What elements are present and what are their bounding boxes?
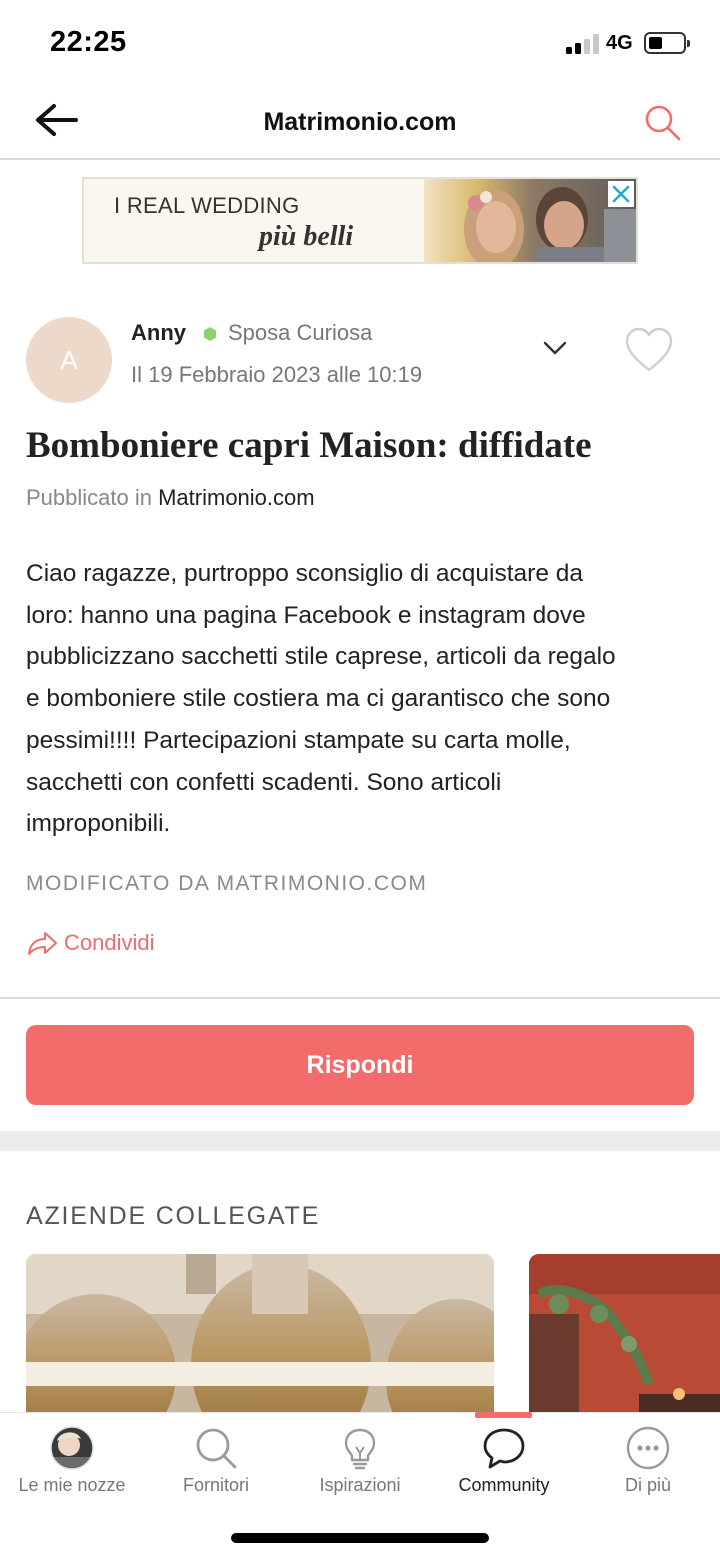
ad-close-button[interactable] (608, 181, 634, 207)
more-dots-icon (626, 1426, 670, 1470)
tab-label: Community (458, 1475, 550, 1495)
author-rank: Sposa Curiosa (228, 320, 373, 345)
company-photo (26, 1254, 494, 1424)
company-photo (529, 1254, 720, 1424)
post-body-line: sacchetti con confetti scadenti. Sono ar… (26, 768, 502, 796)
post-options-button[interactable] (540, 336, 570, 360)
published-prefix: Pubblicato in (26, 485, 152, 510)
search-button[interactable] (640, 100, 684, 144)
post-body-line: pessimi!!!! Partecipazioni stampate su c… (26, 726, 571, 754)
divider (0, 997, 720, 999)
published-category-link[interactable]: Matrimonio.com (158, 485, 314, 510)
tab-le-mie-nozze[interactable]: Le mie nozze (0, 1413, 144, 1513)
ad-tagline: più belli (259, 221, 354, 252)
chevron-down-icon (543, 341, 567, 355)
post-body-line: improponibili. (26, 810, 171, 838)
share-arrow-icon (28, 932, 57, 955)
company-card[interactable] (26, 1254, 494, 1424)
close-icon (612, 185, 630, 203)
search-icon (196, 1428, 237, 1469)
rank-hexagon-icon (204, 327, 216, 341)
modified-note: MODIFICATO DA MATRIMONIO.COM (26, 872, 428, 895)
tab-label: Fornitori (182, 1475, 249, 1495)
signal-icon (566, 34, 600, 54)
published-in: Pubblicato in Matrimonio.com (26, 485, 315, 511)
post-title: Bomboniere capri Maison: diffidate (26, 425, 592, 466)
post-body-line: pubblicizzano sacchetti stile caprese, a… (26, 643, 616, 671)
author-avatar[interactable]: A (26, 317, 112, 403)
tab-community[interactable]: Community (432, 1413, 576, 1513)
ad-banner[interactable]: I REAL WEDDING più belli (82, 177, 638, 264)
post-body: Ciao ragazze, purtroppo sconsiglio di ac… (26, 553, 698, 845)
speech-bubble-icon (483, 1428, 525, 1469)
lightbulb-icon (344, 1428, 376, 1470)
share-label: Condividi (64, 930, 155, 955)
tab-ispirazioni[interactable]: Ispirazioni (288, 1413, 432, 1513)
heart-icon (625, 327, 673, 372)
reply-button[interactable]: Rispondi (26, 1025, 694, 1105)
author-name[interactable]: Anny (131, 320, 186, 346)
header-title: Matrimonio.com (263, 108, 457, 136)
post-body-line: loro: hanno una pagina Facebook e instag… (26, 601, 586, 629)
tab-label: Ispirazioni (319, 1475, 401, 1495)
active-tab-indicator (475, 1412, 532, 1418)
tab-di-piu[interactable]: Di più (576, 1413, 720, 1513)
section-separator (0, 1131, 720, 1151)
post-body-line: Ciao ragazze, purtroppo sconsiglio di ac… (26, 560, 584, 587)
profile-photo-icon (50, 1426, 94, 1470)
status-time: 22:25 (50, 26, 127, 58)
like-button[interactable] (624, 326, 674, 374)
network-type: 4G (606, 32, 633, 54)
post-body-line: e bomboniere stile costiera ma ci garant… (26, 685, 611, 713)
company-card[interactable] (529, 1254, 720, 1424)
battery-icon (644, 32, 690, 54)
home-indicator (231, 1533, 489, 1543)
search-icon (645, 105, 681, 141)
ad-couple-photo (424, 179, 636, 262)
app-header: Matrimonio.com (0, 86, 720, 160)
related-companies-title: AZIENDE COLLEGATE (26, 1202, 321, 1230)
ad-headline: I REAL WEDDING (114, 193, 300, 218)
post-date: Il 19 Febbraio 2023 alle 10:19 (131, 362, 423, 387)
tab-fornitori[interactable]: Fornitori (144, 1413, 288, 1513)
share-button[interactable]: Condividi (26, 928, 155, 958)
tab-label: Di più (624, 1475, 672, 1495)
status-bar: 22:25 4G (0, 0, 720, 86)
tab-label: Le mie nozze (18, 1475, 126, 1495)
